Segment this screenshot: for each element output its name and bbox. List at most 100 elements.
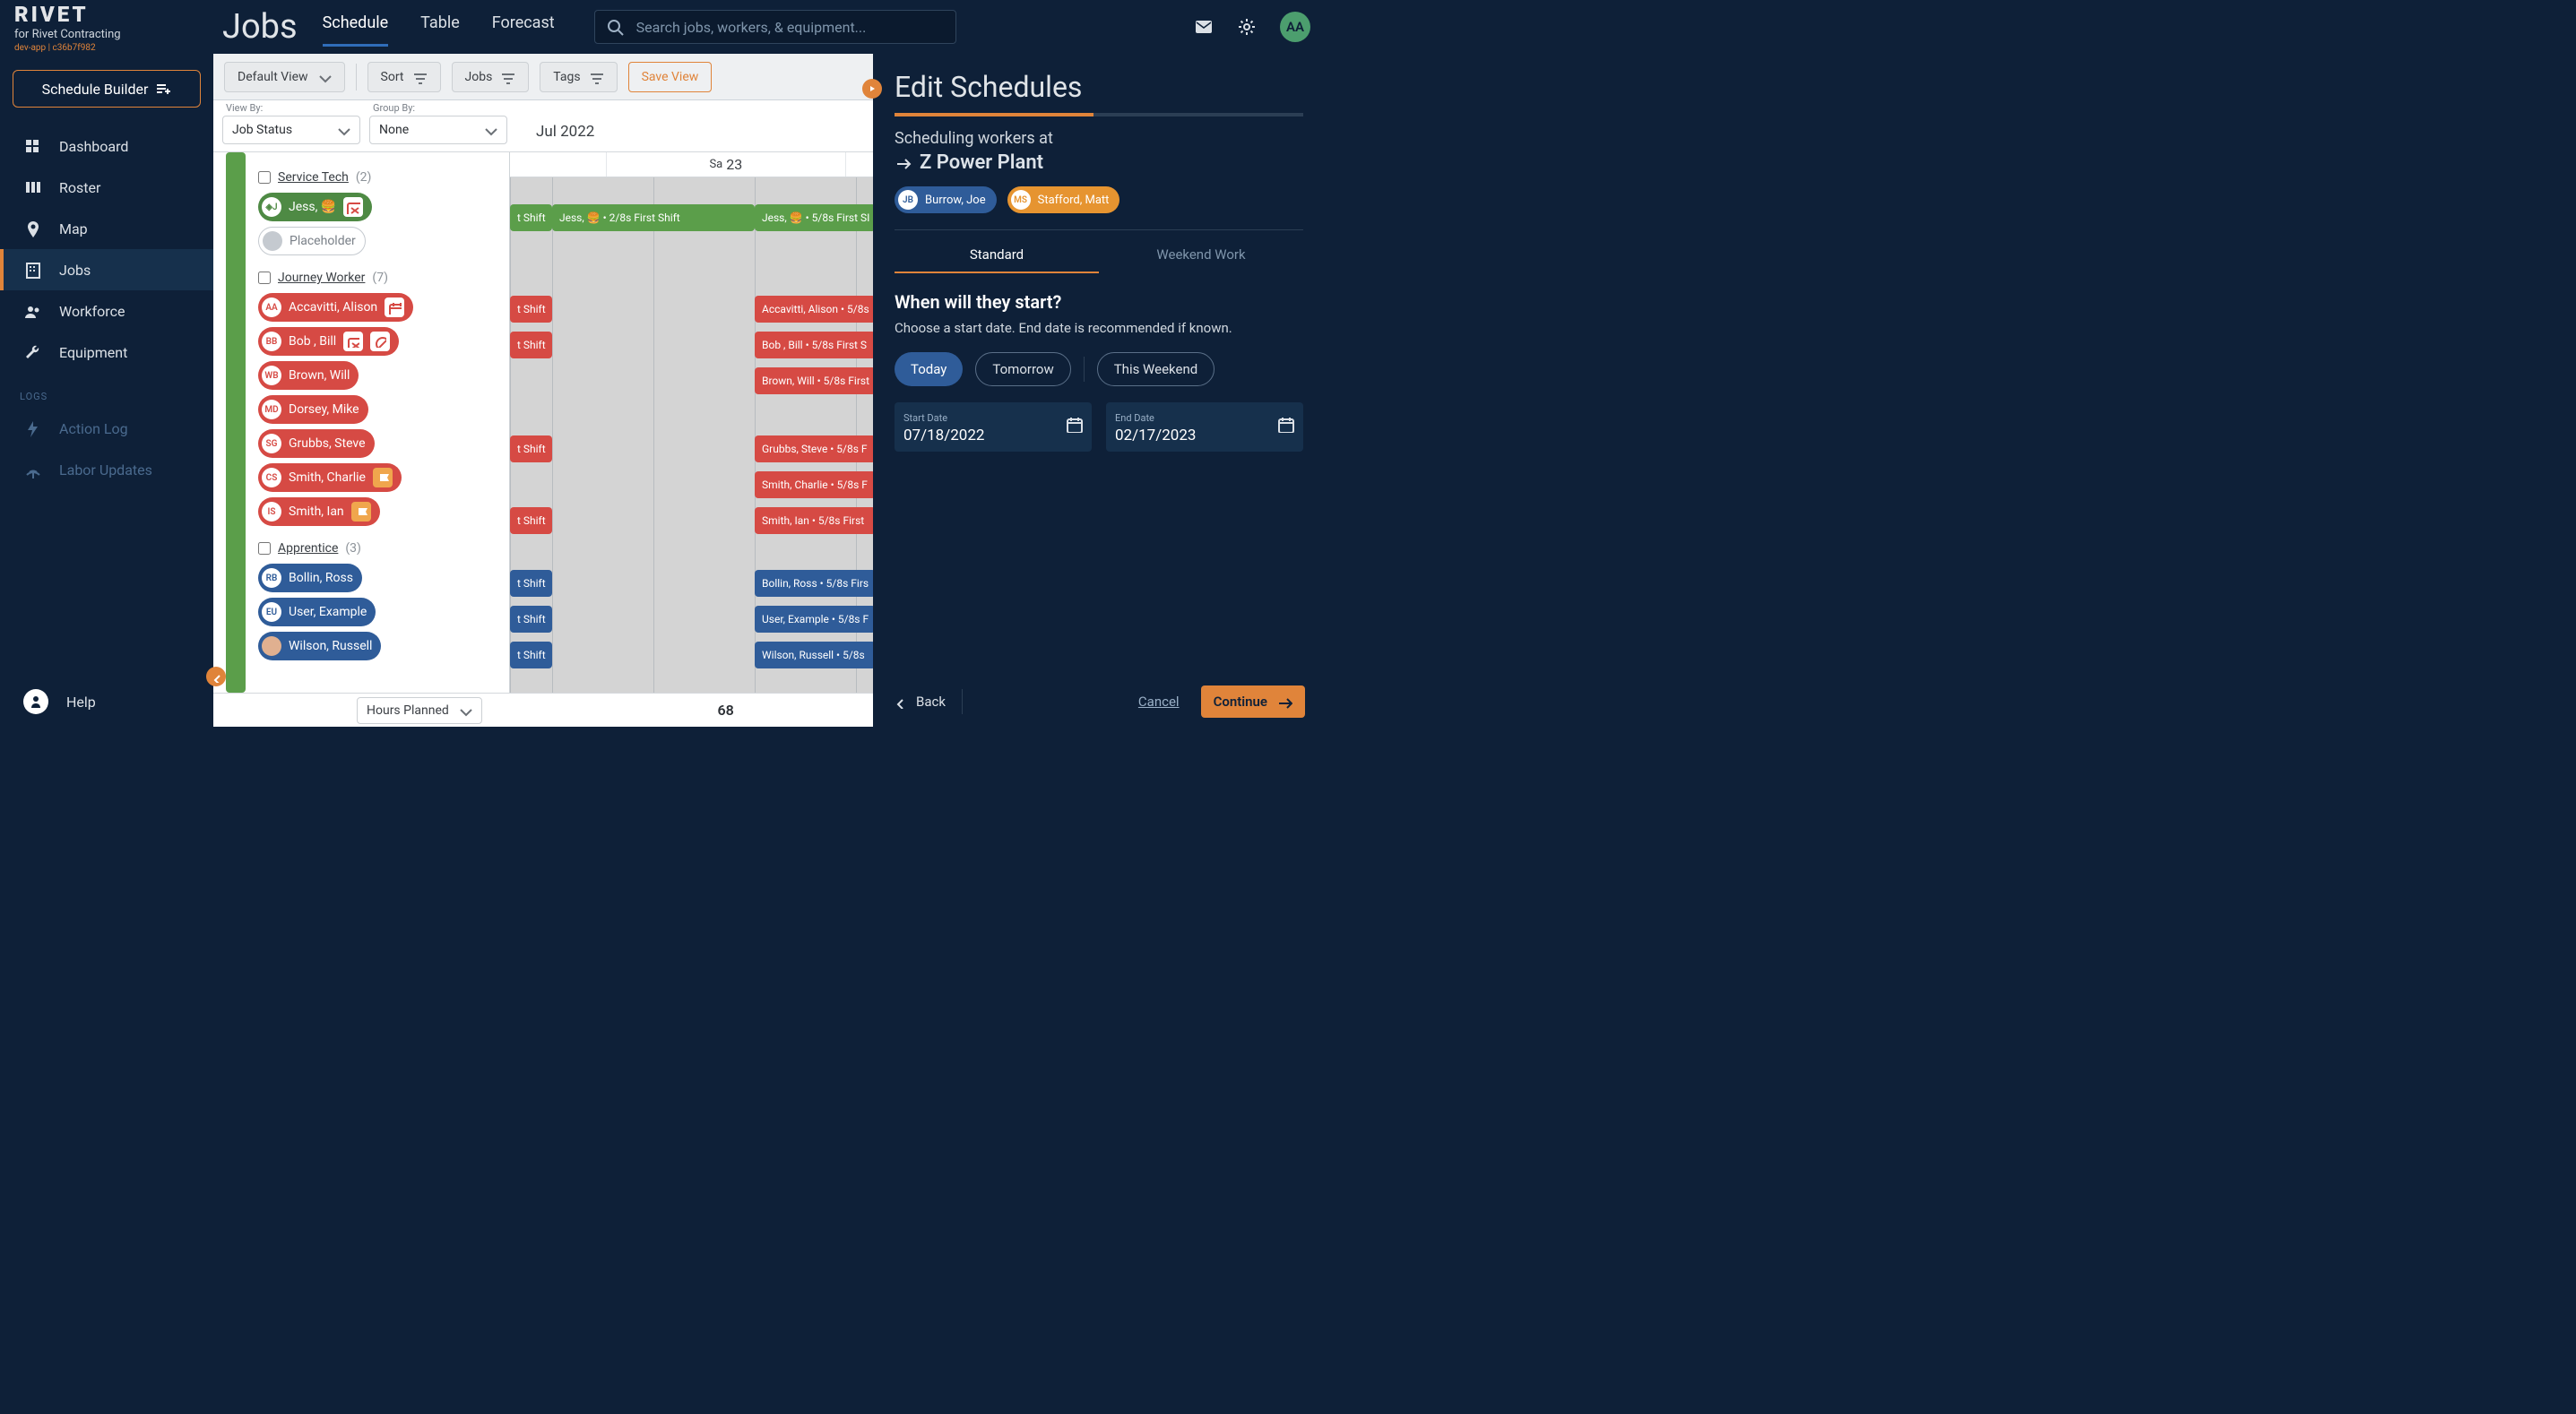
signal-icon <box>23 461 41 479</box>
caret-icon <box>316 69 332 85</box>
panel-collapse-handle[interactable] <box>862 79 882 99</box>
nav-help[interactable]: Help <box>0 677 213 727</box>
shift-bar[interactable]: t Shift <box>510 642 552 668</box>
hours-planned-select[interactable]: Hours Planned <box>357 697 482 724</box>
bolt-icon <box>23 419 41 437</box>
nav-roster[interactable]: Roster <box>0 167 213 208</box>
shift-bar[interactable]: Smith, Ian • 5/8s First <box>755 507 876 534</box>
end-date-field[interactable]: End Date 02/17/2023 <box>1106 402 1303 452</box>
shift-bar[interactable]: t Shift <box>510 606 552 633</box>
schedule-builder-label: Schedule Builder <box>42 81 149 98</box>
role-header[interactable]: Service Tech(2) <box>258 170 500 185</box>
shift-bar[interactable]: t Shift <box>510 435 552 462</box>
worker-pill[interactable]: WBBrown, Will <box>258 361 359 390</box>
view-by-label: View By: <box>226 102 360 114</box>
mail-icon[interactable] <box>1194 17 1214 37</box>
map-icon <box>23 220 41 237</box>
worker-pill[interactable]: BBBob , Bill <box>258 327 399 356</box>
worker-chip[interactable]: JBBurrow, Joe <box>895 186 997 213</box>
worker-pill[interactable]: EUUser, Example <box>258 598 376 626</box>
search-input[interactable] <box>636 19 945 36</box>
worker-pill[interactable]: CSSmith, Charlie <box>258 463 402 492</box>
preset-this-weekend[interactable]: This Weekend <box>1097 352 1215 386</box>
nav-workforce[interactable]: Workforce <box>0 290 213 332</box>
worker-chip[interactable]: MSStafford, Matt <box>1007 186 1120 213</box>
edit-schedules-panel: Edit Schedules Scheduling workers at Z P… <box>873 54 1325 727</box>
tab-schedule[interactable]: Schedule <box>323 13 389 41</box>
shift-bar[interactable]: Jess, 🍔 • 5/8s First SI <box>755 204 876 231</box>
worker-pill[interactable]: ◈JJess, 🍔 <box>258 193 372 221</box>
search-box[interactable] <box>594 10 956 44</box>
role-header[interactable]: Journey Worker(7) <box>258 271 500 285</box>
tab-forecast[interactable]: Forecast <box>492 13 555 41</box>
back-button[interactable]: Back <box>893 694 946 710</box>
brand-sub: for Rivet Contracting <box>14 28 213 41</box>
jobs-filter-button[interactable]: Jobs <box>452 62 530 92</box>
shift-bar[interactable]: t Shift <box>510 204 552 231</box>
group-by-label: Group By: <box>373 102 507 114</box>
worker-pill[interactable]: RBBollin, Ross <box>258 564 362 592</box>
continue-button[interactable]: Continue <box>1201 685 1305 718</box>
roster-icon <box>23 178 41 196</box>
search-icon <box>606 18 624 36</box>
cal-x-icon <box>343 197 363 217</box>
nav-map[interactable]: Map <box>0 208 213 249</box>
sidebar-collapse-handle[interactable] <box>206 667 226 686</box>
cancel-button[interactable]: Cancel <box>1138 694 1180 710</box>
nav-dashboard[interactable]: Dashboard <box>0 125 213 167</box>
nav-equipment[interactable]: Equipment <box>0 332 213 373</box>
nav-jobs[interactable]: Jobs <box>0 249 213 290</box>
save-view-button[interactable]: Save View <box>628 62 713 92</box>
shift-bar[interactable]: Wilson, Russell • 5/8s <box>755 642 876 668</box>
panel-tab-standard[interactable]: Standard <box>895 246 1099 273</box>
worker-pill[interactable]: SGGrubbs, Steve <box>258 429 375 458</box>
start-date-field[interactable]: Start Date 07/18/2022 <box>895 402 1092 452</box>
shift-bar[interactable]: Smith, Charlie • 5/8s F <box>755 471 876 498</box>
placeholder-pill[interactable]: Placeholder <box>258 227 366 255</box>
default-view-button[interactable]: Default View <box>224 62 345 92</box>
equipment-icon <box>23 343 41 361</box>
worker-pill[interactable]: MDDorsey, Mike <box>258 395 368 424</box>
shift-bar[interactable]: t Shift <box>510 570 552 597</box>
panel-job-name: Z Power Plant <box>895 151 1303 174</box>
tab-table[interactable]: Table <box>420 13 460 41</box>
tags-filter-button[interactable]: Tags <box>540 62 617 92</box>
worker-pill[interactable]: AAAccavitti, Alison <box>258 293 413 322</box>
job-color-bar <box>226 152 246 693</box>
shift-bar[interactable]: Accavitti, Alison • 5/8s <box>755 296 876 323</box>
cal-x-icon <box>343 332 363 351</box>
panel-tab-weekend[interactable]: Weekend Work <box>1099 246 1303 273</box>
role-header[interactable]: Apprentice(3) <box>258 541 500 556</box>
page-title: Jobs <box>222 7 298 47</box>
nav-labor-updates[interactable]: Labor Updates <box>0 449 213 490</box>
shift-bar[interactable]: Grubbs, Steve • 5/8s F <box>755 435 876 462</box>
date-header-cell: Sa23 <box>606 152 845 177</box>
shift-bar[interactable]: Brown, Will • 5/8s First <box>755 367 876 394</box>
shift-bar[interactable]: t Shift <box>510 332 552 358</box>
preset-today[interactable]: Today <box>895 352 963 386</box>
shift-bar[interactable]: t Shift <box>510 296 552 323</box>
sort-button[interactable]: Sort <box>367 62 441 92</box>
shift-bar[interactable]: t Shift <box>510 507 552 534</box>
preset-tomorrow[interactable]: Tomorrow <box>975 352 1070 386</box>
hours-value: 68 <box>606 702 845 719</box>
filter-icon <box>588 69 604 85</box>
brand-name: RIVET <box>14 2 213 27</box>
avatar[interactable]: AA <box>1280 12 1310 42</box>
view-by-select[interactable]: Job Status <box>222 116 360 144</box>
worker-pill[interactable]: Wilson, Russell <box>258 632 381 660</box>
settings-icon[interactable] <box>1237 17 1257 37</box>
dashboard-icon <box>23 137 41 155</box>
group-by-select[interactable]: None <box>369 116 507 144</box>
shift-bar[interactable]: Bollin, Ross • 5/8s Firs <box>755 570 876 597</box>
help-icon <box>23 689 48 714</box>
shift-bar[interactable]: Jess, 🍔 • 2/8s First Shift <box>552 204 755 231</box>
caret-icon <box>334 122 350 138</box>
nav-action-log[interactable]: Action Log <box>0 408 213 449</box>
worker-pill[interactable]: ISSmith, Ian <box>258 497 380 526</box>
filter-icon <box>411 69 428 85</box>
schedule-builder-button[interactable]: Schedule Builder <box>13 70 201 108</box>
arrow-right-icon <box>1276 694 1292 710</box>
shift-bar[interactable]: Bob , Bill • 5/8s First S <box>755 332 876 358</box>
shift-bar[interactable]: User, Example • 5/8s F <box>755 606 876 633</box>
